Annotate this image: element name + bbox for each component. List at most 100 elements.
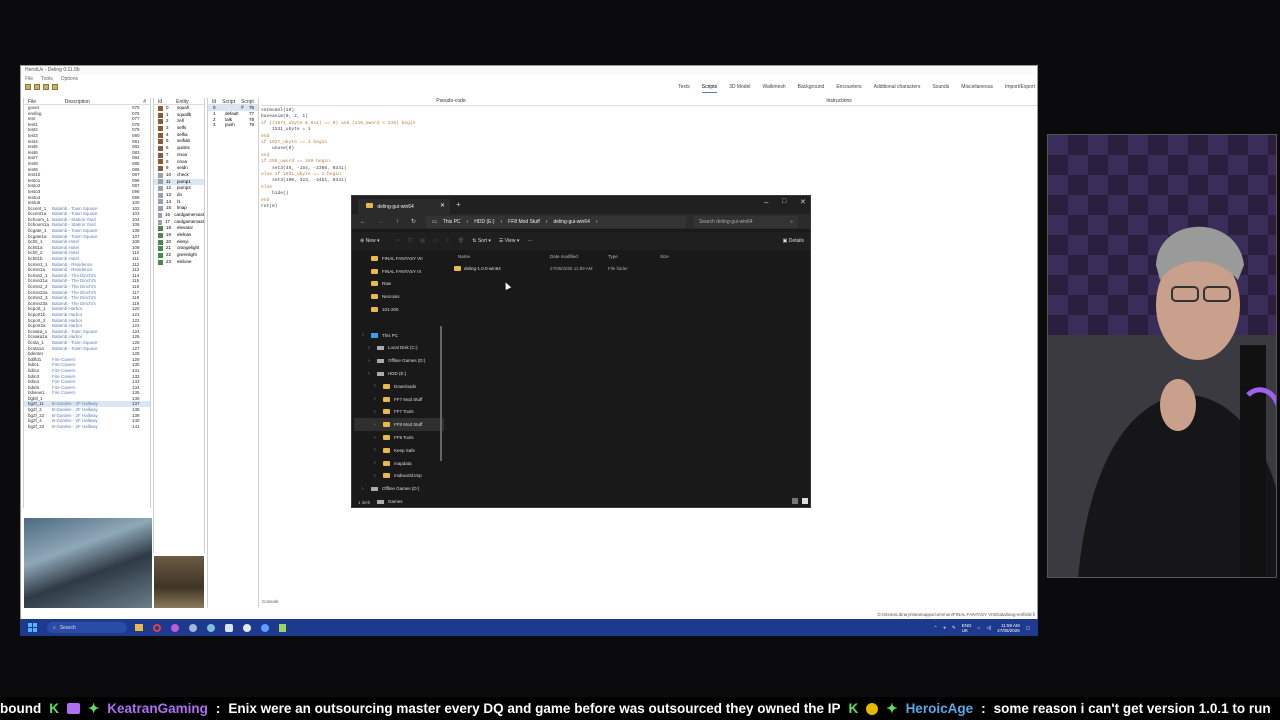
chevron-icon[interactable]: › [374, 409, 379, 415]
open-icon[interactable] [25, 84, 31, 90]
save-icon[interactable] [34, 84, 40, 90]
more-icon[interactable]: ··· [527, 238, 532, 244]
tab-additional-characters[interactable]: Additional characters [874, 84, 921, 93]
close-window-icon[interactable]: ✕ [800, 198, 806, 206]
entity-list[interactable]: Id Entity 0 squall 1 squallb 2 zell 3 selfs 4 sel… [153, 98, 205, 553]
col-id[interactable]: Id [158, 99, 162, 105]
nav-item[interactable]: › This PC [354, 329, 444, 342]
tab-sounds[interactable]: Sounds [932, 84, 949, 93]
sort-button[interactable]: ⇅ Sort ▾ [472, 238, 491, 244]
entity-row[interactable]: 21 orangelight [154, 245, 204, 252]
chevron-icon[interactable]: › [374, 422, 379, 428]
col-script[interactable]: Script [222, 99, 235, 105]
share-icon[interactable]: ⇪ [446, 238, 450, 244]
new-tab-icon[interactable]: + [456, 200, 461, 209]
volume-icon[interactable]: ◁) [986, 625, 991, 631]
tab-texts[interactable]: Texts [678, 84, 690, 93]
save-as-icon[interactable] [43, 84, 49, 90]
chevron-icon[interactable]: › [362, 486, 367, 492]
chevron-icon[interactable]: › [362, 332, 367, 338]
back-icon[interactable]: ← [360, 219, 366, 225]
entity-row[interactable]: 2 zell [154, 118, 204, 125]
tab-import-export[interactable]: Import/Export [1005, 84, 1035, 93]
nav-item[interactable]: › FF7 Mod Stuff [354, 393, 444, 406]
col-name[interactable]: Name [452, 254, 550, 259]
nav-item[interactable]: › midiworld.tmp [354, 470, 444, 483]
browser-app-icon[interactable] [171, 623, 179, 632]
entity-row[interactable]: 11 pump1 [154, 178, 204, 186]
chevron-icon[interactable]: › [374, 473, 379, 479]
nav-item[interactable]: › HDD (E:) [354, 367, 444, 380]
close-tab-icon[interactable]: ✕ [440, 202, 445, 209]
notification-icon[interactable]: ▢ [1026, 625, 1030, 631]
nav-item[interactable]: › Local Disk (C:) [354, 342, 444, 355]
address-bar[interactable]: ▭ This PC › HDD (E:) › FF8 Mod Stuff › deli… [426, 215, 687, 228]
tray-chevron-icon[interactable]: ⌃ [934, 625, 938, 631]
nav-item[interactable]: › Offline Games (D:) [354, 354, 444, 367]
tab-background[interactable]: Background [798, 84, 825, 93]
steam-app-icon[interactable] [189, 623, 197, 632]
entity-row[interactable]: 10 check [154, 172, 204, 179]
nav-item[interactable]: › mapdata [354, 457, 444, 470]
breadcrumb-hdd[interactable]: HDD (E:) [474, 219, 494, 225]
menu-options[interactable]: Options [61, 76, 78, 82]
entity-row[interactable]: 23 elelone [154, 259, 204, 266]
tab-miscellaneous[interactable]: Miscellaneous [961, 84, 993, 93]
taskbar-search[interactable]: ⌕ Search [47, 622, 127, 633]
breadcrumb-current[interactable]: deling-gui-win64 [553, 219, 589, 225]
nav-item[interactable]: › FF9 Tools [354, 431, 444, 444]
new-button[interactable]: ⊕ New ▾ [360, 238, 380, 244]
rename-icon[interactable]: ▭ [433, 238, 438, 244]
menu-tools[interactable]: Tools [41, 76, 53, 82]
search-icon[interactable] [52, 84, 58, 90]
entity-row[interactable]: 9 seidn [154, 165, 204, 172]
menu-file[interactable]: File [25, 76, 33, 82]
script-list[interactable]: Id Script Script # 0 76 1 default 77 2 talk 78 3… [207, 98, 259, 608]
entity-row[interactable]: 15 lmap [154, 205, 204, 212]
entity-row[interactable]: 5 seifiab [154, 138, 204, 145]
chevron-icon[interactable]: › [374, 383, 379, 389]
nav-item[interactable]: › Keep Safe [354, 444, 444, 457]
entity-row[interactable]: 22 greenlight [154, 252, 204, 259]
nav-item[interactable]: › Offline Games (D:) [354, 482, 444, 495]
tab-scripts[interactable]: Scripts [701, 84, 718, 93]
entity-row[interactable]: 18 elevator [154, 225, 204, 232]
col-script-num[interactable]: Script # [241, 99, 254, 111]
chevron-icon[interactable]: › [374, 435, 379, 441]
entity-row[interactable]: 0 squall [154, 105, 204, 112]
chevron-icon[interactable]: › [374, 460, 379, 466]
notepad-app-icon[interactable] [279, 623, 286, 632]
entity-row[interactable]: 4 selfia [154, 132, 204, 139]
entity-row[interactable]: 3 selfs [154, 125, 204, 132]
delete-icon[interactable]: 🗑 [458, 238, 464, 244]
field-row[interactable]: bg2f_22 B-Garden - 2F Hallway 141 [24, 424, 150, 430]
breadcrumb-this-pc[interactable]: This PC [443, 219, 461, 225]
app-icon-5[interactable] [207, 623, 215, 632]
entity-row[interactable]: 20 elesyi [154, 239, 204, 246]
refresh-icon[interactable]: ↻ [411, 218, 416, 225]
tab-walkmesh[interactable]: Walkmesh [762, 84, 785, 93]
col-script-id[interactable]: Id [212, 99, 216, 105]
nav-item[interactable]: › FF7 Tools [354, 406, 444, 419]
paste-icon[interactable]: ▤ [420, 238, 425, 244]
entity-row[interactable]: 7 rinoa [154, 152, 204, 159]
field-list[interactable]: File Description # gover 075 ending 076 test… [23, 98, 151, 508]
explorer-tab[interactable]: deling-gui-win64 ✕ [358, 199, 450, 214]
col-date-modified[interactable]: Date modified [550, 254, 608, 259]
cut-icon[interactable]: ✂ [396, 238, 400, 244]
script-row[interactable]: 3 push 79 [208, 122, 258, 128]
tab-3d-model[interactable]: 3D Model [729, 84, 750, 93]
chevron-icon[interactable]: › [374, 447, 379, 453]
app-icon-7[interactable] [243, 623, 251, 632]
nav-pane-scrollbar[interactable] [440, 326, 442, 461]
network-icon[interactable]: ⌂ [978, 625, 981, 630]
entity-row[interactable]: 6 quistis [154, 145, 204, 152]
nav-item[interactable]: › Downloads [354, 380, 444, 393]
entity-row[interactable]: 14 l1 [154, 199, 204, 206]
col-description[interactable]: Description [65, 99, 129, 105]
nav-item[interactable]: FINAL FANTASY IX [354, 265, 444, 278]
col-size[interactable]: Size [660, 254, 700, 259]
file-explorer-app-icon[interactable] [135, 624, 143, 631]
entity-row[interactable]: 13 do [154, 192, 204, 199]
entity-row[interactable]: 1 squallb [154, 112, 204, 119]
